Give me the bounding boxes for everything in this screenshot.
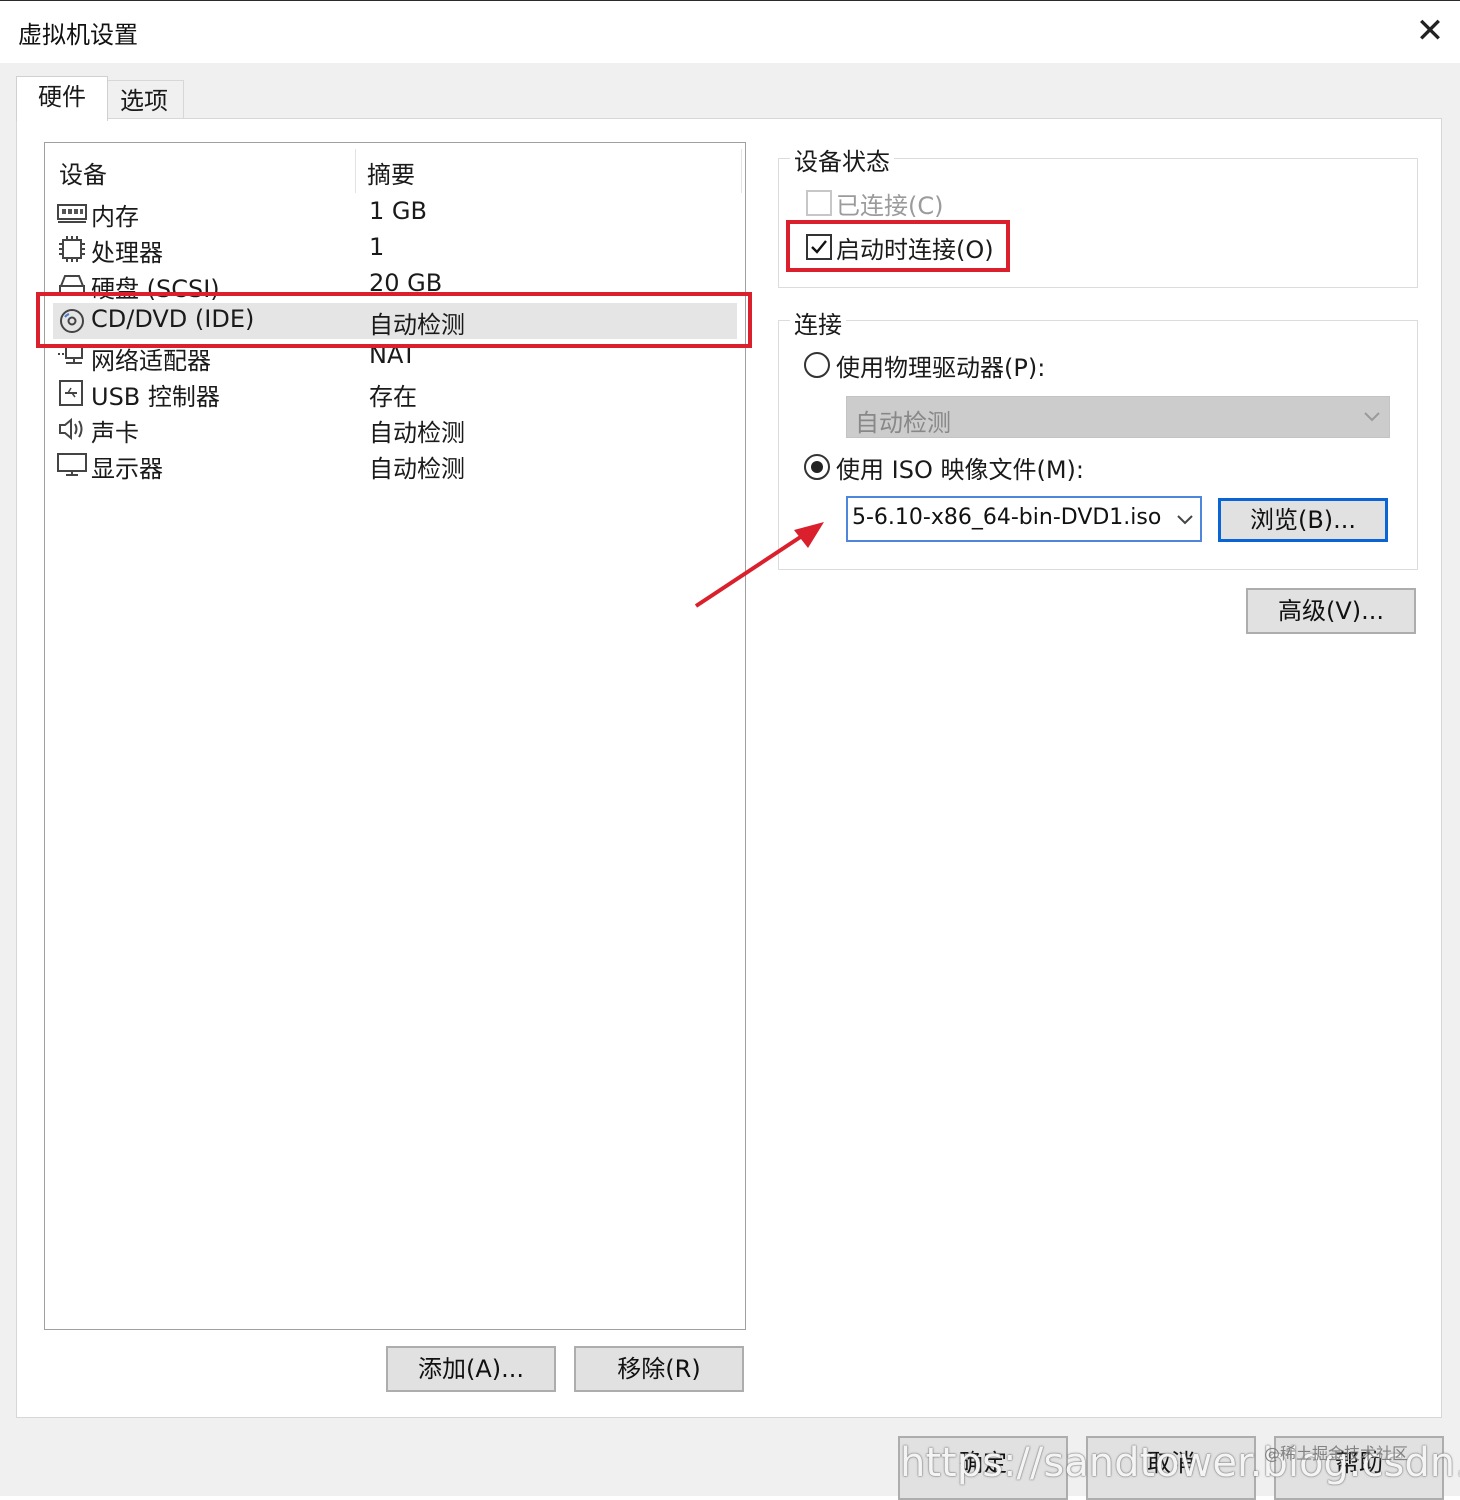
tab-options[interactable]: 选项 [104,80,184,121]
column-divider [355,149,356,193]
device-summary: 自动检测 [369,455,465,483]
device-summary: 存在 [369,383,417,411]
add-device-button[interactable]: 添加(A)... [386,1346,556,1392]
device-row-memory[interactable]: 内存 1 GB [53,195,737,231]
usb-controller-icon [59,380,83,406]
chevron-down-icon [1177,515,1193,525]
device-summary: 1 [369,233,385,261]
physical-drive-select[interactable]: 自动检测 [846,396,1390,438]
device-summary: 1 GB [369,197,427,225]
physical-drive-radio[interactable] [804,352,830,378]
device-row-display[interactable]: 显示器 自动检测 [53,447,737,483]
memory-icon [57,204,87,223]
processor-icon [59,236,85,262]
display-icon [57,453,87,476]
close-icon[interactable]: ✕ [1412,11,1448,51]
column-header-summary[interactable]: 摘要 [367,155,415,190]
title-bar: 虚拟机设置 ✕ [0,0,1460,63]
connection-title: 连接 [790,305,846,340]
device-status-title: 设备状态 [790,142,894,177]
highlight-box-cd-dvd [36,292,752,348]
annotation-arrow [694,522,824,608]
settings-dialog: 虚拟机设置 ✕ 硬件 选项 设备 摘要 内存 1 GB 处理器 1 硬盘 (SC… [0,0,1460,1500]
tab-hardware[interactable]: 硬件 [16,76,108,121]
iso-image-label: 使用 ISO 映像文件(M): [836,456,1084,484]
window-title: 虚拟机设置 [18,21,138,49]
combo-dropdown-area[interactable] [1168,498,1200,540]
iso-path-combo[interactable]: 5-6.10-x86_64-bin-DVD1.iso [846,496,1202,542]
device-name: 声卡 [91,419,139,447]
community-watermark: @稀土掘金技术社区 [1264,1444,1409,1463]
iso-image-radio[interactable] [804,454,830,480]
connected-checkbox[interactable] [806,190,832,216]
column-divider [741,149,742,193]
device-row-processor[interactable]: 处理器 1 [53,231,737,267]
physical-drive-label: 使用物理驱动器(P): [836,354,1046,382]
device-row-sound-card[interactable]: 声卡 自动检测 [53,411,737,447]
device-name: 处理器 [91,239,163,267]
device-row-usb-controller[interactable]: USB 控制器 存在 [53,375,737,411]
column-header-device[interactable]: 设备 [59,155,107,190]
highlight-box-connect-at-power-on [786,220,1010,272]
device-name: 显示器 [91,455,163,483]
remove-device-button[interactable]: 移除(R) [574,1346,744,1392]
sound-card-icon [59,417,83,441]
iso-path-value[interactable]: 5-6.10-x86_64-bin-DVD1.iso [852,505,1161,530]
chevron-down-icon [1364,412,1380,422]
physical-drive-value: 自动检测 [855,409,951,437]
advanced-button[interactable]: 高级(V)... [1246,588,1416,634]
browse-button[interactable]: 浏览(B)... [1218,498,1388,542]
connected-label: 已连接(C) [836,192,944,220]
device-name: USB 控制器 [91,383,220,411]
device-summary: 自动检测 [369,419,465,447]
device-name: 内存 [91,203,139,231]
radio-selected-dot [811,461,823,473]
